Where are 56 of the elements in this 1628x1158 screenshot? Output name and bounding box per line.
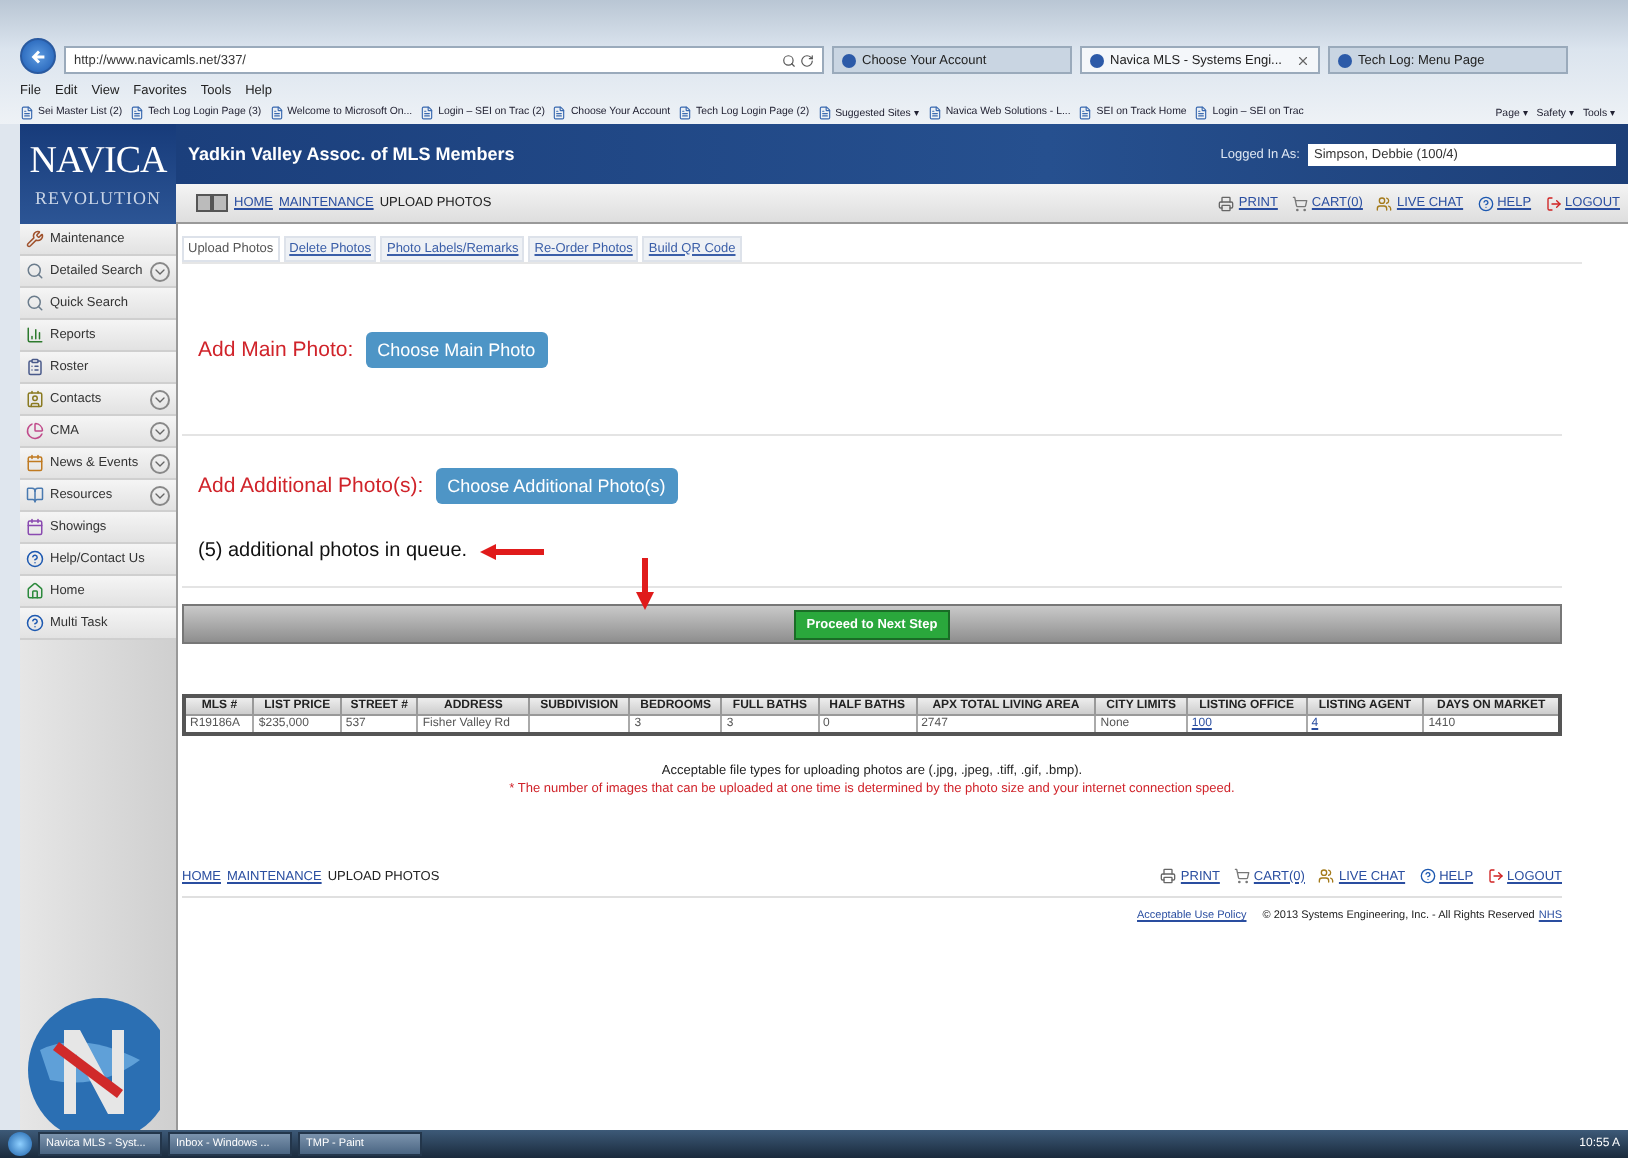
page-icon: [420, 105, 435, 119]
bar-chart-icon: [26, 326, 44, 344]
wrench-icon: [26, 230, 44, 248]
page-icon: [1078, 105, 1093, 119]
page-icon: [927, 105, 942, 119]
left-arrow-icon: [479, 543, 544, 559]
site-icon: [842, 53, 856, 67]
search-icon: [26, 294, 44, 312]
cart-icon: [1291, 195, 1308, 211]
pie-chart-icon: [26, 422, 44, 440]
help-icon: [26, 550, 44, 568]
page-icon: [817, 105, 832, 119]
people-icon: [1376, 195, 1393, 211]
expand-icon[interactable]: [150, 453, 170, 473]
refresh-icon: [800, 53, 814, 67]
expand-icon[interactable]: [150, 485, 170, 505]
printer-icon: [1218, 195, 1235, 211]
page-icon: [20, 105, 34, 119]
help-icon: [26, 614, 44, 632]
close-icon[interactable]: [1296, 53, 1310, 67]
contact-card-icon: [26, 390, 44, 408]
start-button[interactable]: [8, 1132, 32, 1156]
logo-subtitle: REVOLUTION: [35, 188, 161, 208]
down-arrow-icon: [636, 558, 654, 610]
logout-icon: [1487, 868, 1504, 884]
field-label: Add Main Photo:: [198, 338, 354, 362]
queue-status: (5) additional photos in queue.: [198, 540, 468, 562]
calendar-icon: [26, 518, 44, 536]
printer-icon: [1160, 868, 1177, 884]
page-icon: [1194, 105, 1209, 119]
people-icon: [1318, 868, 1335, 884]
site-icon: [1090, 53, 1104, 67]
site-icon: [1338, 53, 1352, 67]
cart-icon: [1233, 868, 1250, 884]
clipboard-icon: [26, 358, 44, 376]
grid-icon: [196, 194, 228, 212]
page-icon: [269, 105, 284, 119]
search-icon: [782, 53, 796, 67]
field-label: Add Additional Photo(s):: [198, 474, 424, 498]
logo-text: NAVICA: [29, 140, 167, 184]
site-title: Yadkin Valley Assoc. of MLS Members: [188, 144, 515, 164]
help-icon: [1477, 195, 1494, 211]
page-icon: [552, 105, 567, 119]
expand-icon[interactable]: [150, 421, 170, 441]
expand-icon[interactable]: [150, 261, 170, 281]
logout-icon: [1545, 195, 1562, 211]
expand-icon[interactable]: [150, 389, 170, 409]
page-icon: [130, 105, 145, 119]
back-arrow-icon: [29, 47, 47, 65]
help-icon: [1419, 868, 1436, 884]
book-icon: [26, 486, 44, 504]
search-icon: [26, 262, 44, 280]
back-button[interactable]: [20, 38, 56, 74]
page-icon: [678, 105, 693, 119]
calendar-icon: [26, 454, 44, 472]
home-icon: [26, 582, 44, 600]
